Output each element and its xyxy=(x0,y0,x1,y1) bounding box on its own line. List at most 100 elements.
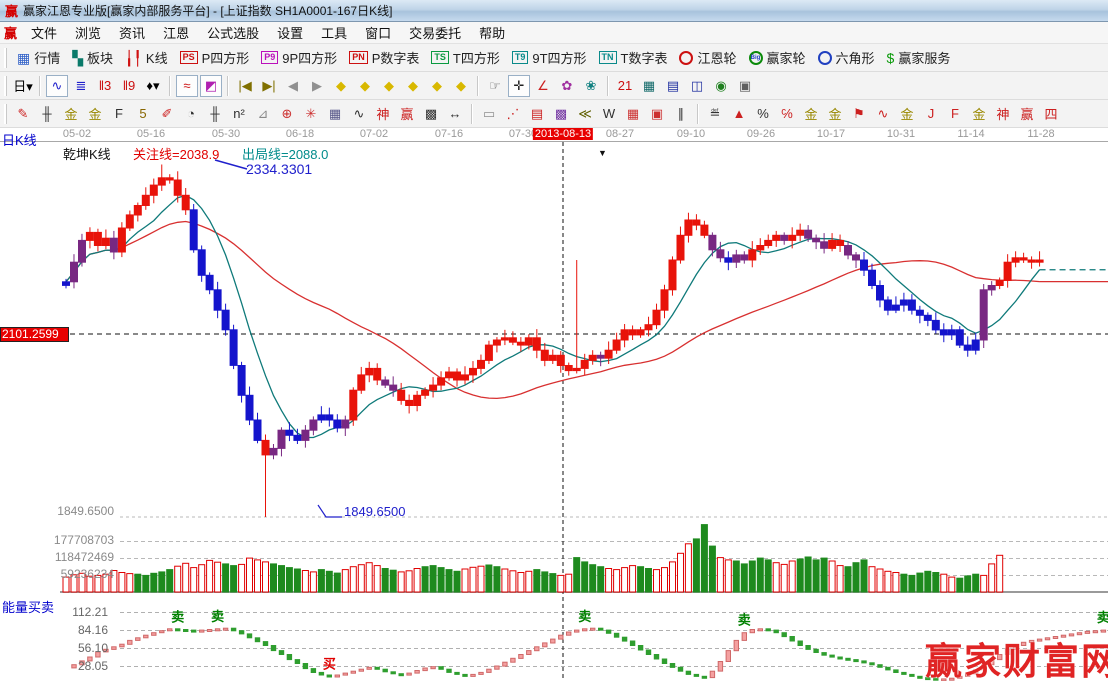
marker-pen-tool-icon[interactable]: ✐ xyxy=(156,103,178,125)
next-button-icon[interactable]: ▶ xyxy=(306,75,328,97)
first-page-button-icon[interactable]: |◀ xyxy=(234,75,256,97)
shen-angle-tool-icon[interactable]: 神 xyxy=(992,103,1014,125)
grid-pattern-tool-icon[interactable]: ▦ xyxy=(622,103,644,125)
gann-plus-button-icon[interactable]: ◆ xyxy=(450,75,472,97)
grid-corner-tool-icon[interactable]: ▣ xyxy=(646,103,668,125)
ying-scale-tool-icon[interactable]: 赢 xyxy=(396,103,418,125)
toolbar-button-t-number-table[interactable]: TN T数字表 xyxy=(593,46,674,69)
toolbar-button-9p-square[interactable]: P9 9P四方形 xyxy=(255,46,343,69)
crosshair-price-tag: 2101.2599 xyxy=(0,327,69,342)
toolbar-button-t-square[interactable]: TS T四方形 xyxy=(425,46,505,69)
compass-tool-icon[interactable]: ⊕ xyxy=(276,103,298,125)
menu-item-window[interactable]: 窗口 xyxy=(356,24,400,43)
gann-right-button-icon[interactable]: ◆ xyxy=(354,75,376,97)
toolbar-button-sectors[interactable]: ▚ 板块 xyxy=(66,46,119,69)
toolbar-button-gann-wheel[interactable]: 江恩轮 xyxy=(673,46,742,69)
wave-tool-icon[interactable]: ∿ xyxy=(348,103,370,125)
f-angle-tool-icon[interactable]: F xyxy=(944,103,966,125)
parallel-lines-tool-icon[interactable]: ∥ xyxy=(670,103,692,125)
angle-ruler-tool-icon[interactable]: ⊿ xyxy=(252,103,274,125)
j-angle-tool-icon[interactable]: J xyxy=(920,103,942,125)
grid-target-tool-icon[interactable]: ▦ xyxy=(324,103,346,125)
kline-period-button-icon[interactable]: 日▾ xyxy=(12,75,34,97)
pencil-tool-icon[interactable]: ✎ xyxy=(12,103,34,125)
gann-h-button-icon[interactable]: ◆ xyxy=(378,75,400,97)
menu-item-news[interactable]: 资讯 xyxy=(110,24,154,43)
gold-underline-tool-icon[interactable]: 金 xyxy=(896,103,918,125)
menu-item-browse[interactable]: 浏览 xyxy=(66,24,110,43)
zigzag-chart-button-icon[interactable]: ∿ xyxy=(46,74,68,97)
fan-lines-tool-icon[interactable]: ≪ xyxy=(574,103,596,125)
n2-scale-tool-icon[interactable]: n² xyxy=(228,103,250,125)
check-lines-tool-icon[interactable]: W xyxy=(598,103,620,125)
candle-style-button-icon[interactable]: ♦▾ xyxy=(142,75,164,97)
percent-line-tool-icon[interactable]: ℅ xyxy=(776,103,798,125)
starburst-tool-icon[interactable]: ✳ xyxy=(300,103,322,125)
last-page-button-icon[interactable]: ▶| xyxy=(258,75,280,97)
calendar-button-icon[interactable]: 21 xyxy=(614,75,636,97)
grid-box-tool-icon[interactable]: ▤ xyxy=(526,103,548,125)
menu-item-help[interactable]: 帮助 xyxy=(470,24,514,43)
net-box-tool-icon[interactable]: ▩ xyxy=(550,103,572,125)
gold-line-tool-icon[interactable]: 金 xyxy=(824,103,846,125)
menu-item-settings[interactable]: 设置 xyxy=(268,24,312,43)
main-chart-canvas[interactable]: 卖 卖买 卖 卖 卖 xyxy=(0,128,1108,681)
h-span-tool-icon[interactable]: ↔ xyxy=(444,103,466,125)
crosshair-tool-button-icon[interactable]: ✛ xyxy=(508,74,530,97)
notes-button-icon[interactable]: ▤ xyxy=(662,75,684,97)
pattern-tool-button-icon[interactable]: ❀ xyxy=(580,75,602,97)
price-grid-tool-icon[interactable]: ▩ xyxy=(420,103,442,125)
shen-scale-tool-icon[interactable]: 神 xyxy=(372,103,394,125)
gann-left-button-icon[interactable]: ◆ xyxy=(330,75,352,97)
scale-tool-icon[interactable]: ╫ xyxy=(36,103,58,125)
gann-x-button-icon[interactable]: ◆ xyxy=(402,75,424,97)
toolbar-button-p-number-table[interactable]: PN P数字表 xyxy=(343,46,425,69)
ying-angle-tool-icon[interactable]: 赢 xyxy=(1016,103,1038,125)
toolbar-button-9t-square[interactable]: T9 9T四方形 xyxy=(506,46,593,69)
cycle-tool-icon[interactable]: ◔ xyxy=(180,103,202,125)
date-label: 10-31 xyxy=(886,128,916,140)
date-label: 05-16 xyxy=(136,128,166,140)
browser-button-icon[interactable]: ◉ xyxy=(710,75,732,97)
flower-tool-button-icon[interactable]: ✿ xyxy=(556,75,578,97)
gann-v-button-icon[interactable]: ◆ xyxy=(426,75,448,97)
color-bars-button-icon[interactable]: ◩ xyxy=(200,74,222,97)
toolbar-button-winner-service[interactable]: $ 赢家服务 xyxy=(881,46,957,69)
hand-tool-button-icon[interactable]: ☞ xyxy=(484,75,506,97)
printer-button-icon[interactable]: ▣ xyxy=(734,75,756,97)
box-select-tool-icon[interactable]: ▭ xyxy=(478,103,500,125)
calculator-button-icon[interactable]: ▦ xyxy=(638,75,660,97)
toolbar-button-kline[interactable]: ╽╿ K线 xyxy=(119,46,174,69)
9p-square-icon: P9 xyxy=(261,51,279,64)
bars-3-button-icon[interactable]: ‖3 xyxy=(94,75,116,97)
toolbar-button-p-square[interactable]: PS P四方形 xyxy=(174,46,256,69)
toolbar-button-hexagon[interactable]: 六角形 xyxy=(812,46,881,69)
spiral-scale-tool-icon[interactable]: 5 xyxy=(132,103,154,125)
candle-flag-tool-icon[interactable]: ⚑ xyxy=(848,103,870,125)
gold-scale-2-icon[interactable]: 金 xyxy=(84,103,106,125)
menu-item-trade-entrust[interactable]: 交易委托 xyxy=(400,24,470,43)
menu-item-file[interactable]: 文件 xyxy=(22,24,66,43)
percent-tool-icon[interactable]: % xyxy=(752,103,774,125)
info-list-button-icon[interactable]: ≣ xyxy=(70,75,92,97)
save-button-icon[interactable]: ◫ xyxy=(686,75,708,97)
menu-item-tools[interactable]: 工具 xyxy=(312,24,356,43)
line-angle-tool-button-icon[interactable]: ∠ xyxy=(532,75,554,97)
gold-angle-tool-icon[interactable]: 金 xyxy=(968,103,990,125)
toolbar-button-winner-wheel[interactable]: Big 赢家轮 xyxy=(743,46,812,69)
price-bars-tool-icon[interactable]: ≝ xyxy=(704,103,726,125)
tick-scale-tool-icon[interactable]: ╫ xyxy=(204,103,226,125)
gold-scale-1-icon[interactable]: 金 xyxy=(60,103,82,125)
red-fan-tool-icon[interactable]: ⋰ xyxy=(502,103,524,125)
bars-9-button-icon[interactable]: ‖9 xyxy=(118,75,140,97)
menu-item-gann[interactable]: 江恩 xyxy=(154,24,198,43)
red-wave-tool-icon[interactable]: ∿ xyxy=(872,103,894,125)
f-scale-tool-icon[interactable]: F xyxy=(108,103,130,125)
red-wave-button-icon[interactable]: ≈ xyxy=(176,74,198,97)
prev-button-icon[interactable]: ◀ xyxy=(282,75,304,97)
si-angle-tool-icon[interactable]: 四 xyxy=(1040,103,1062,125)
toolbar-button-quote[interactable]: ▦ 行情 xyxy=(11,46,66,69)
percent-triangle-tool-icon[interactable]: ▲ xyxy=(728,103,750,125)
gold-circle-tool-icon[interactable]: 金 xyxy=(800,103,822,125)
menu-item-formula-pick[interactable]: 公式选股 xyxy=(198,24,268,43)
